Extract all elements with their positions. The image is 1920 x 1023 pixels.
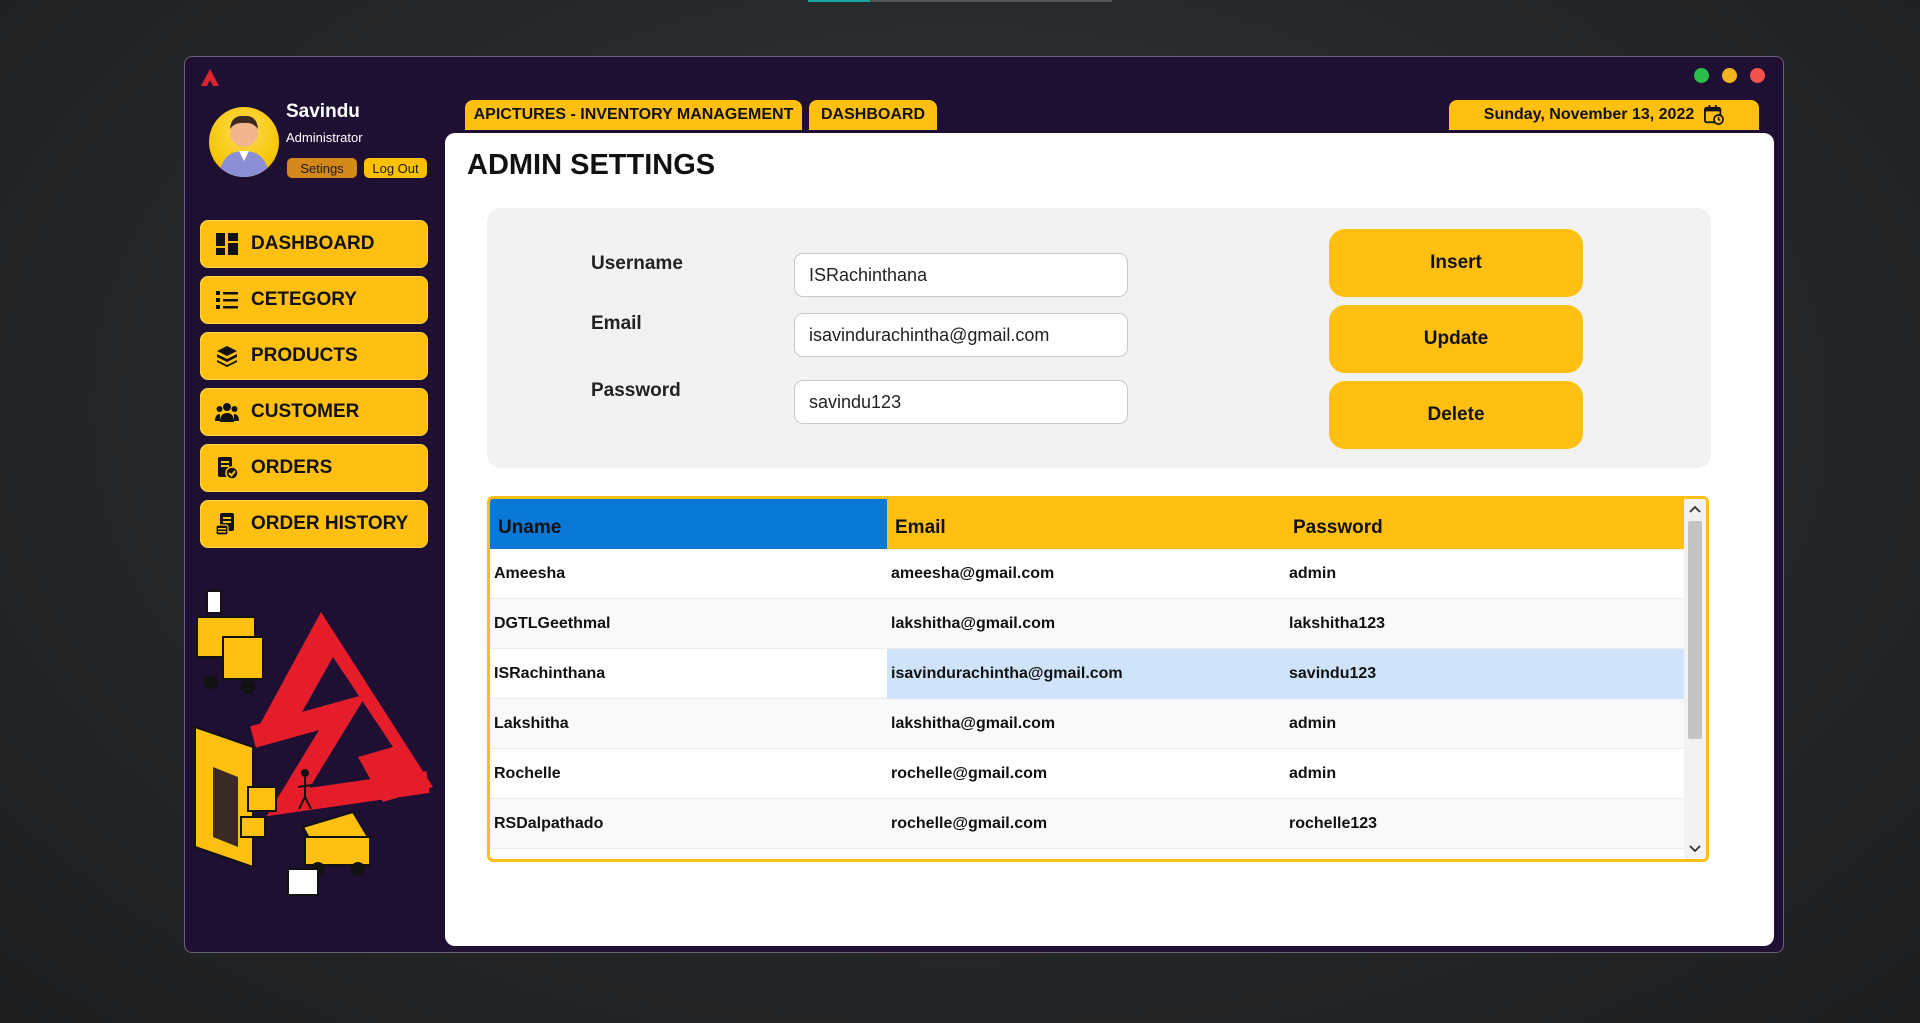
minimize-button[interactable] bbox=[1722, 68, 1737, 83]
sidebar-item-label: PRODUCTS bbox=[251, 345, 358, 366]
cell-uname[interactable]: Lakshitha bbox=[490, 699, 887, 749]
sidebar-item-dashboard[interactable]: DASHBOARD bbox=[200, 220, 428, 268]
cell-password[interactable]: admin bbox=[1285, 699, 1684, 749]
cell-uname[interactable]: ISRachinthana bbox=[490, 649, 887, 699]
cell-password[interactable]: savindu123 bbox=[1285, 648, 1684, 699]
update-button[interactable]: Update bbox=[1329, 305, 1583, 373]
app-window: Savindu Administrator Setings Log Out DA… bbox=[184, 56, 1784, 953]
admin-table: Uname Email Password Ameesha ameesha@gma… bbox=[487, 496, 1709, 862]
password-label: Password bbox=[591, 380, 681, 401]
tab-app-title[interactable]: APICTURES - INVENTORY MANAGEMENT bbox=[465, 100, 802, 130]
sidebar-item-label: DASHBOARD bbox=[251, 233, 375, 254]
cell-uname[interactable]: Ameesha bbox=[490, 549, 887, 599]
taskbar-accent bbox=[808, 0, 870, 2]
cell-email[interactable]: isavindurachintha@gmail.com bbox=[887, 648, 1285, 699]
order-history-icon bbox=[215, 512, 239, 536]
date-display: Sunday, November 13, 2022 bbox=[1449, 100, 1759, 130]
email-label: Email bbox=[591, 313, 642, 334]
dashboard-icon bbox=[215, 232, 239, 256]
sidebar-item-customer[interactable]: CUSTOMER bbox=[200, 388, 428, 436]
username-field[interactable] bbox=[794, 253, 1128, 297]
tab-dashboard[interactable]: DASHBOARD bbox=[809, 100, 937, 130]
users-icon bbox=[215, 400, 239, 424]
boxes-icon bbox=[215, 344, 239, 368]
table-body: Ameesha ameesha@gmail.com admin DGTLGeet… bbox=[490, 549, 1684, 849]
calendar-icon[interactable] bbox=[1704, 105, 1725, 125]
table-row[interactable]: DGTLGeethmal lakshitha@gmail.com lakshit… bbox=[490, 599, 1684, 649]
column-header-password[interactable]: Password bbox=[1285, 499, 1684, 549]
user-role: Administrator bbox=[286, 130, 363, 145]
sidebar-item-label: ORDERS bbox=[251, 457, 333, 478]
table-row[interactable]: RSDalpathado rochelle@gmail.com rochelle… bbox=[490, 799, 1684, 849]
admin-form: Username Email Password Insert Update De… bbox=[487, 208, 1711, 468]
sidebar-item-order-history[interactable]: ORDER HISTORY bbox=[200, 500, 428, 548]
table-row[interactable]: Ameesha ameesha@gmail.com admin bbox=[490, 549, 1684, 599]
cell-password[interactable]: rochelle123 bbox=[1285, 799, 1684, 849]
sidebar-item-category[interactable]: CETEGORY bbox=[200, 276, 428, 324]
logout-button[interactable]: Log Out bbox=[363, 157, 428, 179]
scroll-up-icon[interactable] bbox=[1684, 499, 1706, 519]
orders-icon bbox=[215, 456, 239, 480]
email-field[interactable] bbox=[794, 313, 1128, 357]
maximize-button[interactable] bbox=[1694, 68, 1709, 83]
sidebar-item-products[interactable]: PRODUCTS bbox=[200, 332, 428, 380]
list-icon bbox=[215, 288, 239, 312]
scrollbar-thumb[interactable] bbox=[1688, 521, 1702, 739]
column-header-email[interactable]: Email bbox=[887, 499, 1285, 549]
user-avatar-icon bbox=[219, 115, 269, 177]
password-field[interactable] bbox=[794, 380, 1128, 424]
date-text: Sunday, November 13, 2022 bbox=[1483, 106, 1695, 123]
user-name: Savindu bbox=[286, 101, 360, 122]
cell-password[interactable]: admin bbox=[1285, 749, 1684, 799]
app-logo-icon bbox=[201, 69, 219, 86]
cell-uname[interactable]: Rochelle bbox=[490, 749, 887, 799]
column-header-uname[interactable]: Uname bbox=[490, 499, 887, 549]
table-scrollbar[interactable] bbox=[1684, 499, 1706, 859]
settings-button[interactable]: Setings bbox=[286, 157, 358, 179]
content-panel: ADMIN SETTINGS Username Email Password I… bbox=[445, 133, 1774, 946]
sidebar-item-orders[interactable]: ORDERS bbox=[200, 444, 428, 492]
sidebar-item-label: CUSTOMER bbox=[251, 401, 360, 422]
cell-uname[interactable]: DGTLGeethmal bbox=[490, 599, 887, 649]
sidebar-item-label: ORDER HISTORY bbox=[251, 513, 409, 534]
sidebar-nav: DASHBOARD CETEGORY PRODUCTS CUSTOMER ORD… bbox=[200, 220, 428, 556]
table-header: Uname Email Password bbox=[490, 499, 1684, 549]
taskbar-strip bbox=[808, 0, 1112, 2]
cell-email[interactable]: rochelle@gmail.com bbox=[887, 799, 1285, 849]
table-row-selected[interactable]: ISRachinthana isavindurachintha@gmail.co… bbox=[490, 648, 1684, 699]
table-row[interactable]: Lakshitha lakshitha@gmail.com admin bbox=[490, 699, 1684, 749]
cell-email[interactable]: lakshitha@gmail.com bbox=[887, 699, 1285, 749]
username-label: Username bbox=[591, 253, 683, 274]
table-row[interactable]: Rochelle rochelle@gmail.com admin bbox=[490, 749, 1684, 799]
cell-email[interactable]: lakshitha@gmail.com bbox=[887, 599, 1285, 649]
cell-email[interactable]: rochelle@gmail.com bbox=[887, 749, 1285, 799]
page-title: ADMIN SETTINGS bbox=[467, 149, 716, 181]
warehouse-illustration bbox=[194, 590, 433, 896]
close-button[interactable] bbox=[1750, 68, 1765, 83]
cell-password[interactable]: admin bbox=[1285, 549, 1684, 599]
sidebar-item-label: CETEGORY bbox=[251, 289, 357, 310]
delete-button[interactable]: Delete bbox=[1329, 381, 1583, 449]
scroll-down-icon[interactable] bbox=[1684, 839, 1706, 859]
insert-button[interactable]: Insert bbox=[1329, 229, 1583, 297]
cell-password[interactable]: lakshitha123 bbox=[1285, 599, 1684, 649]
cell-email[interactable]: ameesha@gmail.com bbox=[887, 549, 1285, 599]
window-controls bbox=[1694, 68, 1765, 83]
avatar bbox=[209, 107, 279, 177]
cell-uname[interactable]: RSDalpathado bbox=[490, 799, 887, 849]
